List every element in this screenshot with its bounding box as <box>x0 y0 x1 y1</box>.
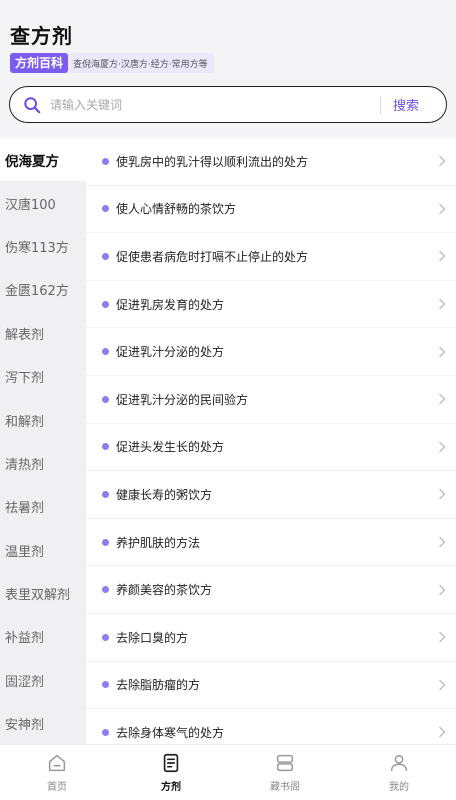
chevron-right-icon <box>439 584 446 596</box>
list-item[interactable]: 促进乳汁分泌的处方 <box>86 328 456 376</box>
page-title: 查方剂 <box>10 24 73 48</box>
bullet-dot <box>102 205 109 213</box>
sidebar-item-jingui162[interactable]: 金匮162方 <box>0 268 86 311</box>
list-item-label: 促使患者病危时打嗝不止停止的处方 <box>116 249 309 264</box>
sidebar-item-wenli[interactable]: 温里剂 <box>0 529 86 572</box>
bottom-tab-bar: 首页 方剂 藏书阁 我的 <box>0 744 456 800</box>
search-bar[interactable]: 搜索 <box>9 86 447 123</box>
list-item[interactable]: 促进乳汁分泌的民间验方 <box>86 376 456 424</box>
tab-home[interactable]: 首页 <box>0 745 114 800</box>
list-item-label: 去除脂肪瘤的方 <box>116 678 201 693</box>
list-item-label: 促进乳汁分泌的民间验方 <box>116 392 249 407</box>
chevron-right-icon <box>439 726 446 738</box>
list-item[interactable]: 去除身体寒气的处方 <box>86 709 456 744</box>
list-item-label: 促进头发生长的处方 <box>116 440 225 455</box>
prescription-list: 使乳房中的乳汁得以顺利流出的处方 使人心情舒畅的茶饮方 促使患者病危时打嗝不止停… <box>86 138 456 744</box>
list-item[interactable]: 去除脂肪瘤的方 <box>86 662 456 710</box>
sidebar-item-guse[interactable]: 固涩剂 <box>0 659 86 702</box>
sidebar-item-xiexia[interactable]: 泻下剂 <box>0 355 86 398</box>
badge-row: 方剂百科 查倪海厦方·汉唐方·经方·常用方等 <box>10 53 214 73</box>
list-item-label: 促进乳汁分泌的处方 <box>116 345 225 360</box>
bullet-dot <box>102 490 109 498</box>
page-header: 查方剂 方剂百科 查倪海厦方·汉唐方·经方·常用方等 搜索 <box>0 0 456 138</box>
chevron-right-icon <box>439 251 446 262</box>
tab-profile[interactable]: 我的 <box>342 745 456 800</box>
tab-profile-label: 我的 <box>389 782 409 793</box>
list-item-label: 养护肌肤的方法 <box>116 535 201 550</box>
list-item-label: 使人心情舒畅的茶饮方 <box>116 202 237 217</box>
tab-home-label: 首页 <box>47 782 67 793</box>
bullet-dot <box>102 252 109 260</box>
sidebar-item-buyi[interactable]: 补益剂 <box>0 615 86 658</box>
list-item-label: 去除身体寒气的处方 <box>116 725 225 740</box>
sidebar-item-anshen[interactable]: 安神剂 <box>0 702 86 744</box>
sidebar-item-hantang100[interactable]: 汉唐100 <box>0 181 86 224</box>
search-icon <box>24 96 41 113</box>
chevron-right-icon <box>439 488 446 500</box>
list-item-label: 去除口臭的方 <box>116 630 189 645</box>
list-item[interactable]: 去除口臭的方 <box>86 614 456 662</box>
list-item-label: 使乳房中的乳汁得以顺利流出的处方 <box>116 154 309 169</box>
chevron-right-icon <box>439 393 446 405</box>
bullet-dot <box>102 395 109 403</box>
sidebar-item-shanghan113[interactable]: 伤寒113方 <box>0 225 86 268</box>
bullet-dot <box>102 538 109 546</box>
bullet-dot <box>102 157 109 165</box>
list-item[interactable]: 养护肌肤的方法 <box>86 519 456 567</box>
chevron-right-icon <box>439 679 446 691</box>
bullet-dot <box>102 681 109 689</box>
list-item[interactable]: 促进头发生长的处方 <box>86 424 456 472</box>
bullet-dot <box>102 348 109 356</box>
list-item[interactable]: 使人心情舒畅的茶饮方 <box>86 186 456 234</box>
list-item[interactable]: 促使患者病危时打嗝不止停止的处方 <box>86 233 456 281</box>
sidebar-item-qingre[interactable]: 清热剂 <box>0 442 86 485</box>
bookshelf-icon <box>276 754 294 772</box>
tab-library[interactable]: 藏书阁 <box>228 745 342 800</box>
chevron-right-icon <box>439 203 446 215</box>
chevron-right-icon <box>439 631 446 643</box>
chevron-right-icon <box>439 155 446 167</box>
sidebar-item-qushu[interactable]: 祛暑剂 <box>0 485 86 528</box>
sidebar-item-hejie[interactable]: 和解剂 <box>0 398 86 441</box>
bullet-dot <box>102 633 109 641</box>
bullet-dot <box>102 728 109 736</box>
sidebar-item-biaoli[interactable]: 表里双解剂 <box>0 572 86 615</box>
list-item[interactable]: 健康长寿的粥饮方 <box>86 471 456 519</box>
user-icon <box>390 754 408 772</box>
list-item-label: 促进乳房发育的处方 <box>116 297 225 312</box>
chevron-right-icon <box>439 441 446 453</box>
tab-library-label: 藏书阁 <box>270 782 300 793</box>
document-icon <box>163 753 179 773</box>
sidebar-item-jiebiao[interactable]: 解表剂 <box>0 312 86 355</box>
tab-prescriptions-label: 方剂 <box>161 782 181 793</box>
list-item[interactable]: 促进乳房发育的处方 <box>86 281 456 329</box>
search-divider <box>380 95 381 114</box>
category-badge: 方剂百科 <box>10 53 69 73</box>
search-button[interactable]: 搜索 <box>393 95 419 114</box>
list-item[interactable]: 使乳房中的乳汁得以顺利流出的处方 <box>86 138 456 186</box>
home-icon <box>48 754 66 772</box>
chevron-right-icon <box>439 298 446 310</box>
list-item[interactable]: 养颜美容的茶饮方 <box>86 566 456 614</box>
list-item-label: 养颜美容的茶饮方 <box>116 583 213 598</box>
tab-prescriptions[interactable]: 方剂 <box>114 745 228 800</box>
bullet-dot <box>102 300 109 308</box>
list-item-label: 健康长寿的粥饮方 <box>116 487 213 502</box>
bullet-dot <box>102 443 109 451</box>
chevron-right-icon <box>439 536 446 548</box>
chevron-right-icon <box>439 346 446 358</box>
bullet-dot <box>102 586 109 594</box>
badge-description: 查倪海厦方·汉唐方·经方·常用方等 <box>73 59 208 70</box>
sidebar-item-nihaixia[interactable]: 倪海夏方 <box>0 138 86 182</box>
search-input[interactable] <box>50 97 380 112</box>
category-sidebar: 倪海夏方 汉唐100 伤寒113方 金匮162方 解表剂 泻下剂 和解剂 清热剂… <box>0 138 86 744</box>
